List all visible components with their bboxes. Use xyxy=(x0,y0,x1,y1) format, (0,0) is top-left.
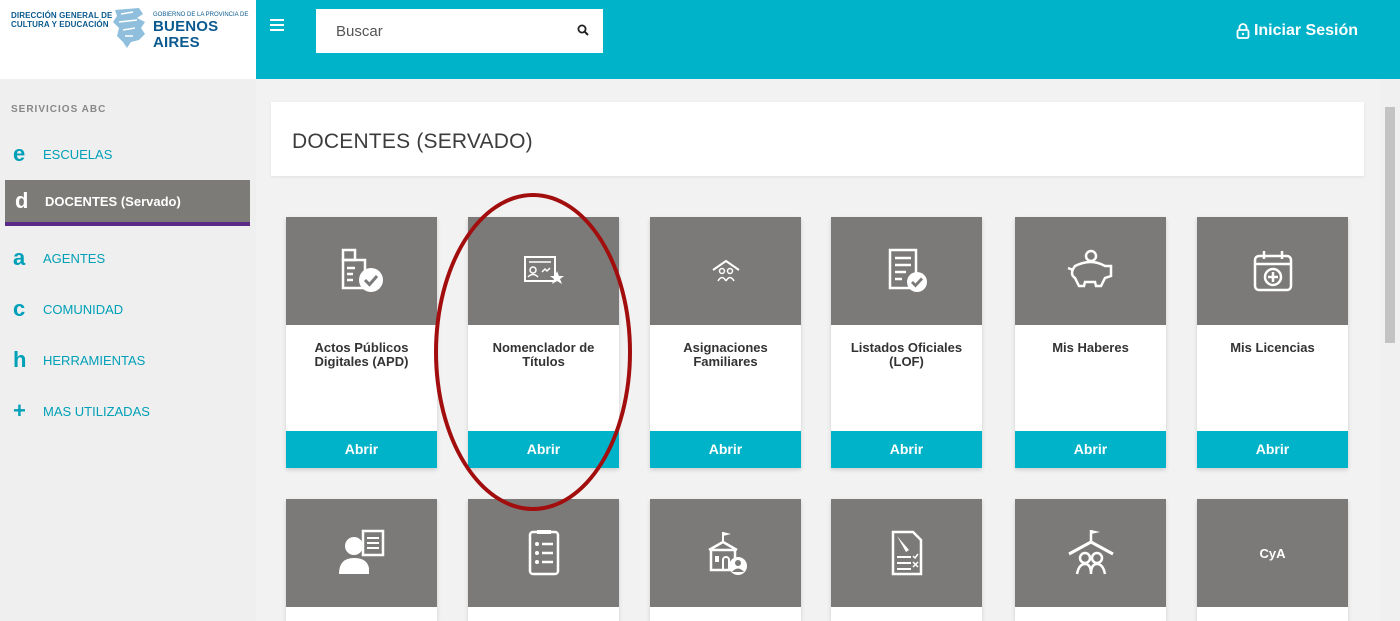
sidebar-item-label: AGENTES xyxy=(43,250,106,266)
card-icon-area xyxy=(1015,217,1166,325)
card-icon-area xyxy=(286,217,437,325)
card-icon-area xyxy=(831,499,982,607)
page-title: DOCENTES (SERVADO) xyxy=(292,130,533,153)
service-card-apd: Actos Públicos Digitales (APD) Abrir xyxy=(286,217,437,468)
province-map-icon xyxy=(113,8,145,48)
search-box xyxy=(316,9,603,53)
logo-right-text: GOBIERNO DE LA PROVINCIA DE BUENOS AIRES xyxy=(153,12,249,51)
card-icon-area xyxy=(1197,217,1348,325)
card-label: Mis Licencias xyxy=(1230,340,1315,355)
sidebar-item-label: HERRAMIENTAS xyxy=(43,352,146,368)
school-person-icon xyxy=(707,532,747,575)
card-icon-area xyxy=(468,217,619,325)
card-icon-area xyxy=(650,499,801,607)
comunidad-letter-icon: c xyxy=(13,296,26,321)
card-label: Actos Públicos Digitales (APD) xyxy=(314,340,409,369)
service-card[interactable]: CyA xyxy=(1197,499,1348,621)
school-roof-people-icon xyxy=(1067,530,1114,575)
list-check-icon xyxy=(888,248,927,292)
sidebar-item-agentes[interactable]: a AGENTES xyxy=(0,235,250,281)
sidebar-item-label: DOCENTES (Servado) xyxy=(45,193,181,209)
sidebar-section-label: SERIVICIOS ABC xyxy=(11,104,107,115)
service-card-lof: Listados Oficiales (LOF) Abrir xyxy=(831,217,982,468)
cya-text-icon: CyA xyxy=(1259,545,1286,561)
card-label: Nomenclador de Títulos xyxy=(492,340,595,369)
service-card[interactable] xyxy=(1015,499,1166,621)
open-button[interactable]: Abrir xyxy=(831,431,982,468)
family-house-icon xyxy=(711,259,740,282)
certificate-star-icon xyxy=(523,256,564,284)
search-input[interactable] xyxy=(336,23,556,40)
sidebar: DIRECCIÓN GENERAL DE CULTURA Y EDUCACIÓN… xyxy=(0,0,256,621)
search-icon[interactable] xyxy=(577,24,589,36)
sidebar-item-label: COMUNIDAD xyxy=(43,301,124,317)
sidebar-item-docentes[interactable]: d DOCENTES (Servado) xyxy=(5,180,250,226)
card-label: Listados Oficiales (LOF) xyxy=(850,340,963,369)
lock-icon xyxy=(1236,23,1250,39)
open-button[interactable]: Abrir xyxy=(286,431,437,468)
piggy-bank-icon xyxy=(1067,249,1112,288)
person-document-icon xyxy=(338,529,384,574)
service-card[interactable] xyxy=(286,499,437,621)
card-icon-area xyxy=(1015,499,1166,607)
agentes-letter-icon: a xyxy=(13,245,26,270)
card-icon-area xyxy=(650,217,801,325)
sidebar-item-herramientas[interactable]: h HERRAMIENTAS xyxy=(0,337,250,383)
hamburger-menu-icon[interactable] xyxy=(270,19,284,31)
sidebar-item-escuelas[interactable]: e ESCUELAS xyxy=(0,131,250,177)
calendar-plus-icon xyxy=(1253,251,1292,292)
open-button[interactable]: Abrir xyxy=(468,431,619,468)
herramientas-letter-icon: h xyxy=(13,347,27,372)
document-list-icon xyxy=(528,530,559,576)
logo-left-text: DIRECCIÓN GENERAL DE CULTURA Y EDUCACIÓN xyxy=(11,11,113,29)
plus-icon: + xyxy=(13,398,26,423)
card-icon-area xyxy=(831,217,982,325)
sidebar-item-comunidad[interactable]: c COMUNIDAD xyxy=(0,286,250,332)
open-button[interactable]: Abrir xyxy=(650,431,801,468)
sidebar-item-label: ESCUELAS xyxy=(43,146,113,162)
card-label: Asignaciones Familiares xyxy=(683,340,768,369)
sidebar-item-mas-utilizadas[interactable]: + MAS UTILIZADAS xyxy=(0,388,250,434)
service-card-asignaciones: Asignaciones Familiares Abrir xyxy=(650,217,801,468)
login-label: Iniciar Sesión xyxy=(1253,22,1358,39)
service-card-haberes: Mis Haberes Abrir xyxy=(1015,217,1166,468)
document-checklist-icon xyxy=(891,530,922,576)
scrollbar[interactable] xyxy=(1380,79,1400,621)
escuelas-letter-icon: e xyxy=(13,141,26,166)
open-button[interactable]: Abrir xyxy=(1015,431,1166,468)
card-label: Mis Haberes xyxy=(1052,340,1129,355)
sidebar-item-label: MAS UTILIZADAS xyxy=(43,403,150,419)
service-card[interactable] xyxy=(468,499,619,621)
service-card-licencias: Mis Licencias Abrir xyxy=(1197,217,1348,468)
top-bar: Iniciar Sesión xyxy=(256,0,1400,79)
docentes-letter-icon: d xyxy=(15,188,29,213)
service-card-nomenclador: Nomenclador de Títulos Abrir xyxy=(468,217,619,468)
service-card[interactable] xyxy=(650,499,801,621)
card-icon-area xyxy=(286,499,437,607)
id-badge-check-icon xyxy=(341,248,383,292)
service-card[interactable] xyxy=(831,499,982,621)
login-button[interactable]: Iniciar Sesión xyxy=(1236,22,1358,40)
logo[interactable]: DIRECCIÓN GENERAL DE CULTURA Y EDUCACIÓN… xyxy=(0,0,256,79)
card-icon-area: CyA xyxy=(1197,499,1348,607)
page-title-card: DOCENTES (SERVADO) xyxy=(271,102,1364,176)
open-button[interactable]: Abrir xyxy=(1197,431,1348,468)
scrollbar-thumb[interactable] xyxy=(1385,107,1395,343)
card-icon-area xyxy=(468,499,619,607)
